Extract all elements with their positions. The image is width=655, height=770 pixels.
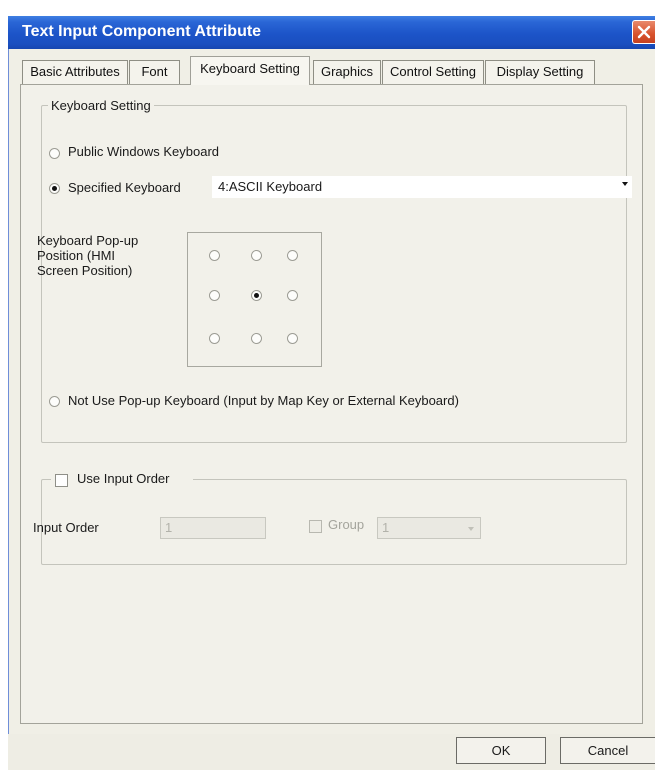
tab-display-setting[interactable]: Display Setting <box>485 60 595 84</box>
public-windows-keyboard-label: Public Windows Keyboard <box>68 144 220 159</box>
tab-label: Control Setting <box>390 64 476 79</box>
position-radio-bottom-right[interactable] <box>287 333 298 344</box>
popup-position-grid <box>187 232 322 367</box>
position-radio-middle-right[interactable] <box>287 290 298 301</box>
tab-label: Graphics <box>320 64 374 79</box>
position-radio-bottom-center[interactable] <box>251 333 262 344</box>
group-select[interactable]: 1 <box>377 517 481 539</box>
close-button[interactable] <box>632 20 655 44</box>
group-checkbox[interactable] <box>309 520 322 533</box>
title-bar[interactable]: Text Input Component Attribute <box>8 16 655 49</box>
ok-button[interactable]: OK <box>456 737 546 764</box>
position-radio-center[interactable] <box>251 290 262 301</box>
cancel-button[interactable]: Cancel <box>560 737 655 764</box>
close-icon <box>637 25 651 39</box>
specified-keyboard-label: Specified Keyboard <box>68 180 181 195</box>
not-use-popup-radio[interactable] <box>49 396 60 407</box>
tab-basic-attributes[interactable]: Basic Attributes <box>22 60 128 84</box>
public-windows-keyboard-radio[interactable] <box>49 148 60 159</box>
keyboard-setting-legend: Keyboard Setting <box>48 98 154 113</box>
position-radio-bottom-left[interactable] <box>209 333 220 344</box>
popup-position-label: Keyboard Pop-up Position (HMI Screen Pos… <box>37 233 139 278</box>
input-order-field[interactable]: 1 <box>160 517 266 539</box>
position-radio-middle-left[interactable] <box>209 290 220 301</box>
tab-font[interactable]: Font <box>129 60 180 84</box>
tab-label: Basic Attributes <box>30 64 120 79</box>
tab-graphics[interactable]: Graphics <box>313 60 381 84</box>
specified-keyboard-radio[interactable] <box>49 183 60 194</box>
use-input-order-label: Use Input Order <box>77 471 170 486</box>
position-radio-top-left[interactable] <box>209 250 220 261</box>
tab-label: Display Setting <box>496 64 584 79</box>
position-radio-top-center[interactable] <box>251 250 262 261</box>
specified-keyboard-value: 4:ASCII Keyboard <box>218 179 323 194</box>
tab-control-setting[interactable]: Control Setting <box>382 60 484 84</box>
group-select-value: 1 <box>382 520 390 535</box>
group-label: Group <box>328 517 365 532</box>
input-order-label: Input Order <box>33 520 99 535</box>
chevron-down-icon <box>468 527 474 531</box>
button-bar <box>8 734 655 770</box>
not-use-popup-label: Not Use Pop-up Keyboard (Input by Map Ke… <box>68 393 459 408</box>
chevron-down-icon <box>622 182 628 186</box>
use-input-order-checkbox[interactable] <box>55 474 68 487</box>
tab-keyboard-setting[interactable]: Keyboard Setting <box>190 56 310 85</box>
window-title: Text Input Component Attribute <box>22 23 262 40</box>
tab-label: Font <box>141 64 168 79</box>
specified-keyboard-select[interactable]: 4:ASCII Keyboard <box>212 176 632 198</box>
position-radio-top-right[interactable] <box>287 250 298 261</box>
tab-label: Keyboard Setting <box>200 61 300 76</box>
